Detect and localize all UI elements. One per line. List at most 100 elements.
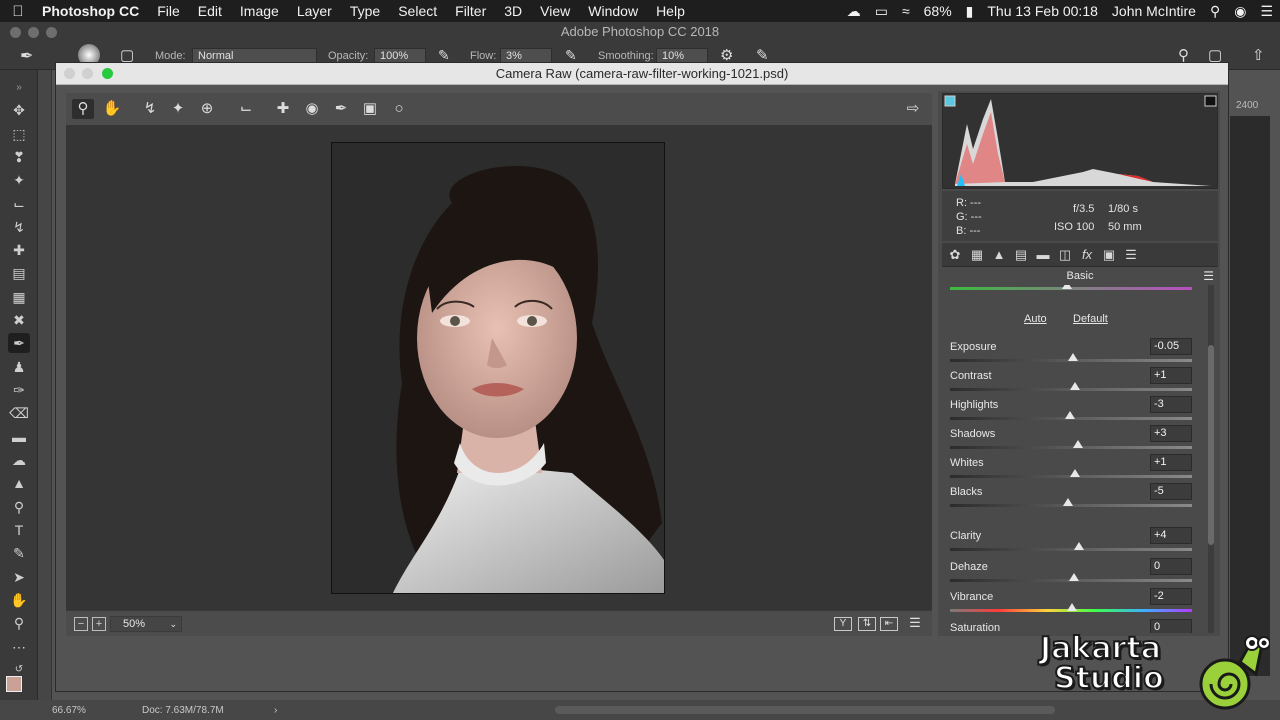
- tab-camera-calibration-icon[interactable]: ▣: [1100, 246, 1118, 264]
- brush-tool-preset-icon[interactable]: ✒: [20, 46, 33, 66]
- zoom-in-icon[interactable]: +: [92, 617, 106, 631]
- tab-tone-curve-icon[interactable]: ▦: [968, 246, 986, 264]
- stamp-icon[interactable]: ♟: [8, 357, 30, 377]
- slider-track[interactable]: [950, 446, 1192, 449]
- slider-thumb[interactable]: [1068, 353, 1078, 361]
- slider-thumb[interactable]: [1063, 498, 1073, 506]
- slider-thumb[interactable]: [1070, 469, 1080, 477]
- copy-settings-icon[interactable]: ⇤: [880, 617, 898, 631]
- more-icon[interactable]: ⋯: [8, 637, 30, 657]
- siri-icon[interactable]: ◉: [1227, 3, 1253, 20]
- clock[interactable]: Thu 13 Feb 00:18: [980, 3, 1105, 19]
- crop-icon[interactable]: ⌙: [8, 194, 30, 214]
- display-icon[interactable]: ▭: [868, 3, 895, 20]
- zoom-icon[interactable]: ⚲: [8, 613, 30, 633]
- menu-edit[interactable]: Edit: [189, 3, 231, 19]
- slider-value-input[interactable]: 0: [1150, 558, 1192, 575]
- zoom-window-button[interactable]: [46, 27, 57, 38]
- menu-3d[interactable]: 3D: [495, 3, 531, 19]
- foreground-color-swatch[interactable]: [6, 676, 22, 692]
- menu-help[interactable]: Help: [647, 3, 694, 19]
- panel-menu-icon[interactable]: ☰: [1203, 267, 1214, 285]
- battery-icon[interactable]: ▮: [959, 3, 981, 20]
- menu-image[interactable]: Image: [231, 3, 288, 19]
- sharpen-icon[interactable]: ▲: [8, 473, 30, 493]
- blur-icon[interactable]: ☁: [8, 450, 30, 470]
- status-doc-size[interactable]: Doc: 7.63M/78.7M: [142, 705, 224, 716]
- preview-preferences-icon[interactable]: ☰: [906, 616, 924, 631]
- move-icon[interactable]: ✥: [8, 100, 30, 120]
- slider-value-input[interactable]: +4: [1150, 527, 1192, 544]
- minimize-window-button[interactable]: [28, 27, 39, 38]
- crop-icon[interactable]: ⌙: [235, 99, 257, 119]
- white-balance-icon[interactable]: ↯: [139, 99, 161, 119]
- hand-icon[interactable]: ✋: [8, 590, 30, 610]
- panel-scrollbar[interactable]: [1208, 285, 1214, 633]
- collapse-panel-icon[interactable]: »: [8, 78, 30, 98]
- scrollbar-thumb[interactable]: [1208, 345, 1214, 545]
- slider-value-input[interactable]: -5: [1150, 483, 1192, 500]
- color-sampler-icon[interactable]: ✦: [167, 99, 189, 119]
- auto-link[interactable]: Auto: [1024, 313, 1047, 325]
- magic-wand-icon[interactable]: ✦: [8, 170, 30, 190]
- red-eye-icon[interactable]: ◉: [301, 99, 323, 119]
- type-icon[interactable]: T: [8, 520, 30, 540]
- lasso-icon[interactable]: ❣: [8, 147, 30, 167]
- close-window-button[interactable]: [10, 27, 21, 38]
- history-brush-icon[interactable]: ✑: [8, 380, 30, 400]
- pen-icon[interactable]: ✎: [8, 543, 30, 563]
- tab-lens-icon[interactable]: ◫: [1056, 246, 1074, 264]
- tab-basic-icon[interactable]: ✿: [946, 246, 964, 264]
- tab-effects-icon[interactable]: fx: [1078, 246, 1096, 264]
- menu-photoshop[interactable]: Photoshop CC: [36, 3, 148, 19]
- spotlight-icon[interactable]: ⚲: [1203, 3, 1227, 20]
- dialog-close-button[interactable]: [64, 68, 75, 79]
- zoom-icon[interactable]: ⚲: [72, 99, 94, 119]
- slider-value-input[interactable]: -0.05: [1150, 338, 1192, 355]
- radial-filter-icon[interactable]: ○: [388, 99, 410, 119]
- default-link[interactable]: Default: [1073, 313, 1108, 325]
- path-select-icon[interactable]: ➤: [8, 567, 30, 587]
- tab-hsl-icon[interactable]: ▤: [1012, 246, 1030, 264]
- spot-removal-icon[interactable]: ✚: [272, 99, 294, 119]
- before-after-toggle-icon[interactable]: Y: [834, 617, 852, 631]
- share-icon[interactable]: ⇧: [1252, 46, 1265, 64]
- zoom-out-icon[interactable]: −: [74, 617, 88, 631]
- content-aware-icon[interactable]: ▦: [8, 287, 30, 307]
- apple-icon[interactable]: : [0, 3, 36, 20]
- dialog-zoom-button[interactable]: [102, 68, 113, 79]
- menu-view[interactable]: View: [531, 3, 579, 19]
- dialog-minimize-button[interactable]: [82, 68, 93, 79]
- slider-value-input[interactable]: +1: [1150, 454, 1192, 471]
- menu-file[interactable]: File: [148, 3, 189, 19]
- marquee-icon[interactable]: ⬚: [8, 124, 30, 144]
- slider-thumb[interactable]: [1073, 440, 1083, 448]
- wifi-icon[interactable]: ≈: [895, 3, 917, 19]
- slider-thumb[interactable]: [1065, 411, 1075, 419]
- slider-track[interactable]: [950, 548, 1192, 551]
- menu-window[interactable]: Window: [579, 3, 647, 19]
- user-name[interactable]: John McIntire: [1105, 3, 1203, 19]
- notification-center-icon[interactable]: ☰: [1253, 3, 1280, 20]
- status-zoom[interactable]: 66.67%: [52, 705, 86, 716]
- patch-icon[interactable]: ▤: [8, 263, 30, 283]
- slider-thumb[interactable]: [1069, 573, 1079, 581]
- brush-icon[interactable]: ✒: [8, 333, 30, 353]
- transform-icon[interactable]: ✖: [8, 310, 30, 330]
- slider-thumb[interactable]: [1074, 542, 1084, 550]
- tab-presets-icon[interactable]: ☰: [1122, 246, 1140, 264]
- slider-value-input[interactable]: +1: [1150, 367, 1192, 384]
- tint-slider-thumb[interactable]: [1062, 285, 1072, 289]
- zoom-level-select[interactable]: 50% ⌄: [110, 616, 182, 632]
- tab-split-toning-icon[interactable]: ▬: [1034, 246, 1052, 264]
- menu-layer[interactable]: Layer: [288, 3, 341, 19]
- creative-cloud-icon[interactable]: ☁: [840, 3, 868, 20]
- open-preferences-icon[interactable]: ⇨: [902, 99, 924, 119]
- slider-value-input[interactable]: +3: [1150, 425, 1192, 442]
- slider-value-input[interactable]: -3: [1150, 396, 1192, 413]
- targeted-adjust-icon[interactable]: ⊕: [196, 99, 218, 119]
- slider-thumb[interactable]: [1070, 382, 1080, 390]
- battery-percent[interactable]: 68%: [917, 3, 959, 19]
- image-preview[interactable]: [66, 125, 932, 610]
- adjust-brush-icon[interactable]: ✒: [330, 99, 352, 119]
